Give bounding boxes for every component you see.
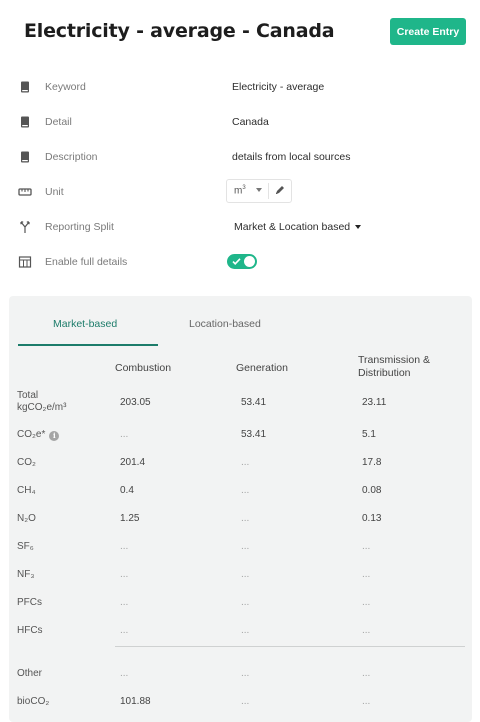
unit-select[interactable]: m3 [234, 185, 246, 196]
detail-field: Detail Canada [18, 113, 448, 133]
table-row: HFCs ... ... ... [9, 625, 472, 645]
table-row: Total kgCO₂e/m³ 203.05 53.41 23.11 [9, 390, 472, 413]
table-divider [115, 646, 465, 647]
page-header: Electricity - average - Canada Create En… [24, 18, 466, 48]
reporting-split-field: Reporting Split Market & Location based [18, 218, 448, 238]
keyword-label: Keyword [45, 81, 86, 93]
page-title: Electricity - average - Canada [24, 20, 335, 42]
book-icon [21, 116, 29, 128]
row-label: HFCs [17, 625, 43, 636]
column-header-combustion: Combustion [115, 362, 172, 374]
table-row: Other ... ... ... [9, 668, 472, 688]
create-entry-button[interactable]: Create Entry [390, 18, 466, 45]
description-label: Description [45, 151, 98, 163]
cell-generation: ... [241, 668, 250, 679]
row-label: Other [17, 668, 43, 679]
unit-label: Unit [45, 186, 64, 198]
reporting-split-select[interactable]: Market & Location based [234, 221, 362, 233]
cell-transmission-distribution: 5.1 [362, 429, 376, 440]
row-label: NF₃ [17, 569, 35, 580]
table-row: CO₂e* i ... 53.41 5.1 [9, 429, 472, 449]
table-row: NF₃ ... ... ... [9, 569, 472, 589]
column-header-transmission-distribution: Transmission & Distribution [358, 354, 430, 379]
tab-market-based[interactable]: Market-based [53, 318, 117, 330]
table-row: bioCO₂ 101.88 ... ... [9, 696, 472, 716]
cell-generation: ... [241, 513, 250, 524]
full-details-field: Enable full details [18, 253, 448, 273]
cell-transmission-distribution: ... [362, 541, 371, 552]
active-tab-indicator [18, 344, 158, 346]
table-row: CH₄ 0.4 ... 0.08 [9, 485, 472, 505]
cell-generation: ... [241, 485, 250, 496]
cell-combustion: ... [120, 668, 129, 679]
cell-generation: 53.41 [241, 397, 267, 408]
row-label: PFCs [17, 597, 42, 608]
cell-transmission-distribution: ... [362, 597, 371, 608]
cell-transmission-distribution: ... [362, 569, 371, 580]
row-label: Total kgCO₂e/m³ [17, 390, 67, 413]
table-row: SF₆ ... ... ... [9, 541, 472, 561]
cell-generation: ... [241, 597, 250, 608]
row-label: CO₂e* i [17, 429, 60, 441]
cell-transmission-distribution: 23.11 [362, 397, 387, 408]
unit-divider [268, 183, 269, 199]
column-header-generation: Generation [236, 362, 288, 374]
keyword-field: Keyword Electricity - average [18, 78, 448, 98]
cell-generation: ... [241, 541, 250, 552]
cell-transmission-distribution: 0.08 [362, 485, 382, 496]
cell-combustion: 1.25 [120, 513, 140, 524]
full-details-label: Enable full details [45, 256, 128, 268]
cell-combustion: ... [120, 597, 129, 608]
chevron-down-icon[interactable] [256, 188, 262, 192]
book-icon [21, 81, 29, 93]
cell-combustion: 201.4 [120, 457, 146, 468]
unit-field: Unit m3 [18, 179, 448, 203]
detail-label: Detail [45, 116, 72, 128]
detail-value[interactable]: Canada [232, 116, 269, 128]
table-row: PFCs ... ... ... [9, 597, 472, 617]
cell-combustion: ... [120, 625, 129, 636]
full-details-toggle[interactable] [227, 254, 257, 269]
cell-combustion: 203.05 [120, 397, 151, 408]
pencil-icon[interactable] [274, 184, 286, 196]
table-icon [18, 256, 32, 268]
description-field: Description details from local sources [18, 148, 448, 168]
cell-combustion: ... [120, 429, 129, 440]
row-label: SF₆ [17, 541, 34, 552]
cell-combustion: ... [120, 569, 129, 580]
book-icon [21, 151, 29, 163]
cell-transmission-distribution: 0.13 [362, 513, 382, 524]
table-row: CO₂ 201.4 ... 17.8 [9, 457, 472, 477]
row-label: CH₄ [17, 485, 36, 496]
cell-transmission-distribution: ... [362, 696, 371, 707]
cell-generation: ... [241, 625, 250, 636]
cell-transmission-distribution: ... [362, 668, 371, 679]
keyword-value[interactable]: Electricity - average [232, 81, 324, 93]
cell-generation: ... [241, 457, 250, 468]
table-row: N₂O 1.25 ... 0.13 [9, 513, 472, 533]
cell-combustion: 101.88 [120, 696, 151, 707]
row-label: CO₂ [17, 457, 36, 468]
info-icon[interactable]: i [49, 431, 60, 441]
tab-location-based[interactable]: Location-based [189, 318, 261, 330]
check-icon [232, 258, 241, 265]
cell-combustion: ... [120, 541, 129, 552]
cell-generation: ... [241, 569, 250, 580]
cell-transmission-distribution: ... [362, 625, 371, 636]
cell-generation: ... [241, 696, 250, 707]
caret-down-icon [355, 225, 362, 229]
cell-transmission-distribution: 17.8 [362, 457, 382, 468]
cell-combustion: 0.4 [120, 485, 134, 496]
description-value[interactable]: details from local sources [232, 151, 350, 163]
row-label: bioCO₂ [17, 696, 50, 707]
emissions-panel: Market-based Location-based Combustion G… [9, 296, 472, 722]
split-icon [20, 221, 30, 233]
row-label: N₂O [17, 513, 36, 524]
unit-control: m3 [226, 179, 292, 203]
cell-generation: 53.41 [241, 429, 267, 440]
toggle-knob [244, 256, 255, 267]
ruler-icon [18, 188, 32, 196]
reporting-split-label: Reporting Split [45, 221, 114, 233]
